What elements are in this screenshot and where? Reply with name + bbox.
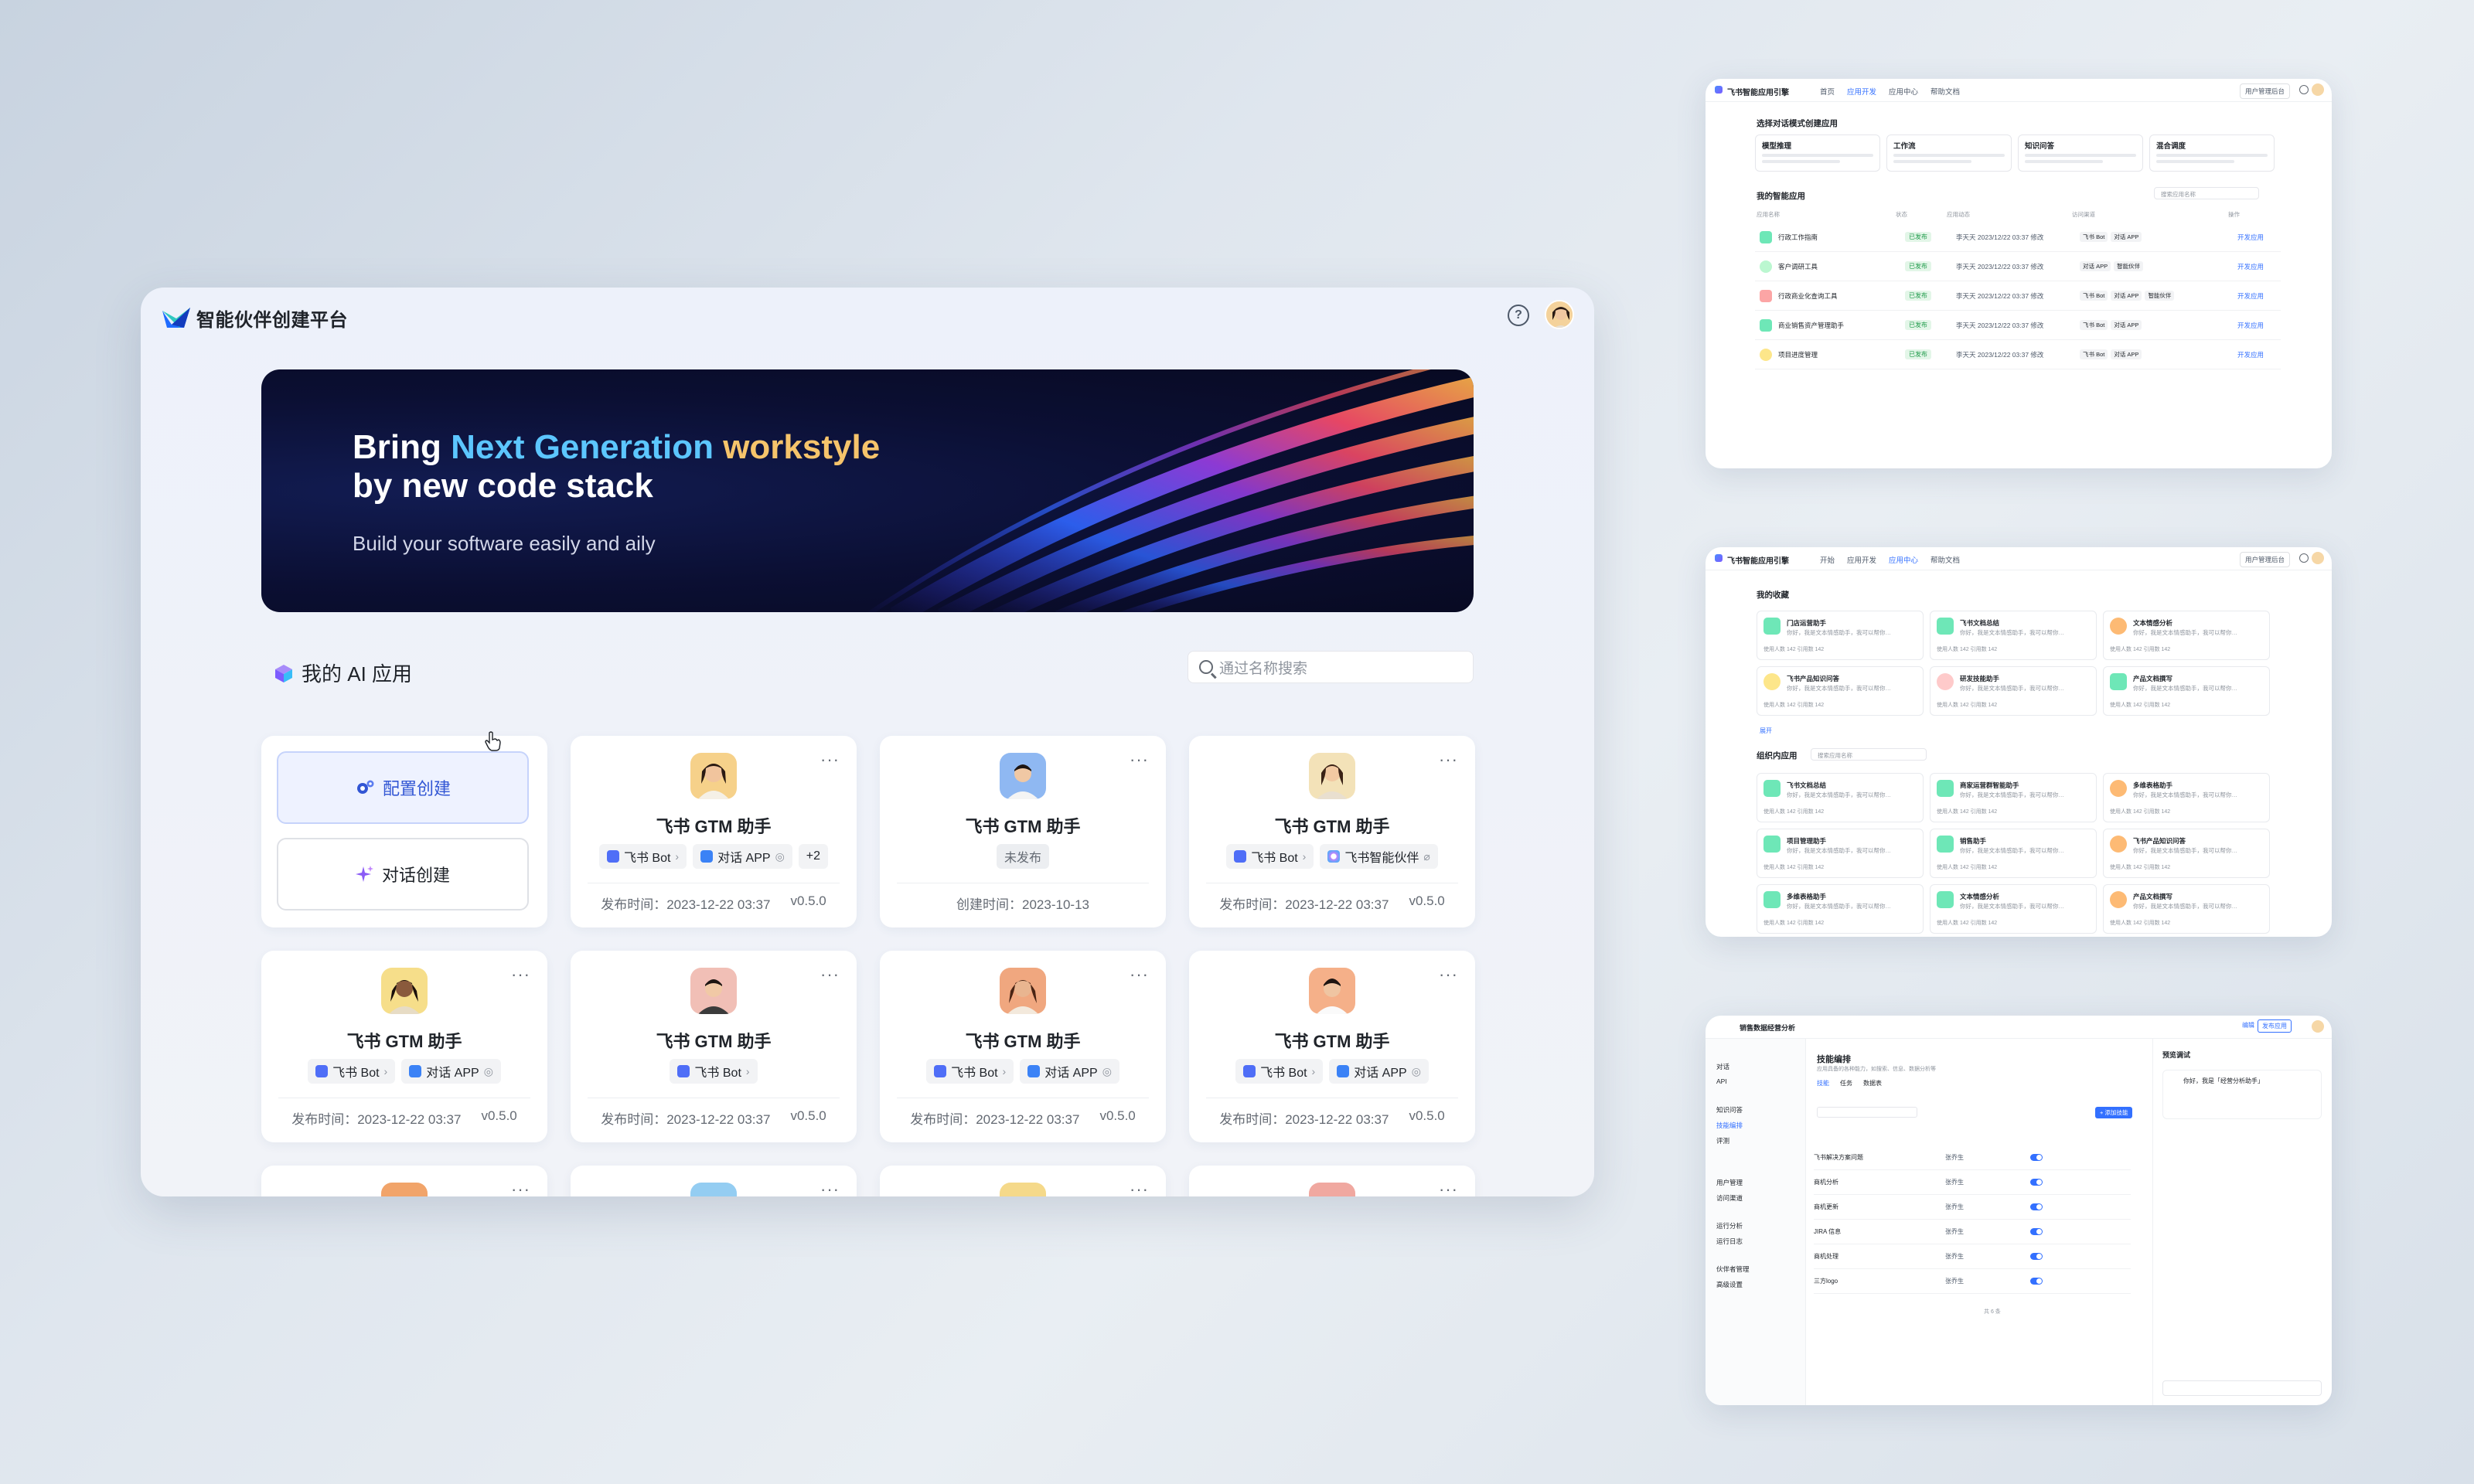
app-name: 飞书 GTM 助手 [656,1032,772,1051]
bot-icon [606,850,619,863]
main-window: 智能伙伴创建平台 ? Bring Next Generation worksty… [141,288,1594,1196]
channel-tag[interactable]: 飞书 Bot › [308,1059,396,1084]
channel-tag[interactable]: 飞书 Bot › [1235,1059,1324,1084]
section-title: 我的 AI 应用 [274,659,412,687]
app-card[interactable]: ··· [571,1166,857,1196]
app-card[interactable]: ··· 飞书 GTM 助手 飞书 Bot › 对话 APP ◎ 发布时间：2023-… [261,951,547,1142]
app-card[interactable]: ··· 飞书 GTM 助手 飞书 Bot › 发布时间：2023-12-22 03… [571,951,857,1142]
app-brand: 智能伙伴创建平台 [196,310,348,331]
app-name: 飞书 GTM 助手 [965,1032,1081,1051]
user-avatar[interactable] [1545,300,1574,329]
more-icon[interactable]: ··· [820,750,840,770]
more-icon[interactable]: ··· [820,965,840,985]
version: v0.5.0 [790,893,826,908]
app-name: 飞书 GTM 助手 [346,1032,462,1051]
app-card[interactable]: ··· 飞书 GTM 助手 飞书 Bot › 飞书智能伙伴 ⌀ 发布时间：2023-… [1189,736,1475,928]
version: v0.5.0 [1409,893,1445,908]
app-card[interactable]: ··· 飞书 GTM 助手 飞书 Bot › 对话 APP ◎ 发布时间：2023-… [880,951,1166,1142]
thumbnail-skill-editor: 销售数据经营分析 编辑 发布应用 对话 API 知识问答 技能编排 评测 用户管… [1706,1016,2332,1405]
banner-subtitle: Build your software easily and aily [353,532,656,555]
app-name: 飞书 GTM 助手 [965,817,1081,836]
search-icon [1199,660,1213,674]
bot-icon [1234,850,1247,863]
search-input[interactable]: 通过名称搜索 [1188,651,1474,683]
banner-headline-1: Bring Next Generation workstyle [353,428,881,466]
hand-cursor-icon [485,731,501,751]
app-card[interactable]: ··· [1189,1166,1475,1196]
top-bar: 智能伙伴创建平台 ? [141,288,1594,346]
hero-banner: Bring Next Generation workstyle by new c… [261,369,1474,612]
channel-tag[interactable]: 对话 APP ◎ [693,844,792,869]
app-name: 飞书 GTM 助手 [1274,817,1390,836]
app-card[interactable]: ··· [880,1166,1166,1196]
cube-icon [275,664,292,682]
more-icon[interactable]: ··· [511,965,530,985]
channel-tag[interactable]: 对话 APP ◎ [1020,1059,1119,1084]
app-card[interactable]: ··· [261,1166,547,1196]
channel-tag[interactable]: 对话 APP ◎ [401,1059,501,1084]
channel-tag[interactable]: 飞书 Bot › [926,1059,1014,1084]
app-avatar [1000,753,1046,799]
app-avatar [381,968,428,1014]
app-card[interactable]: ··· 飞书 GTM 助手 飞书 Bot › 对话 APP ◎ +2 发布时间：20… [571,736,857,928]
channel-tag[interactable]: 飞书 Bot › [598,844,687,869]
gear-icon [356,780,374,794]
app-avatar [1309,753,1355,799]
app-card[interactable]: ··· 飞书 GTM 助手 飞书 Bot › 对话 APP ◎ 发布时间：2023-… [1189,951,1475,1142]
thumbnail-app-dev: 飞书智能应用引擎 首页 应用开发 应用中心 帮助文档 用户管理后台 选择对话模式创建应… [1706,79,2332,468]
help-icon[interactable]: ? [1508,305,1529,326]
app-card[interactable]: ··· 飞书 GTM 助手 未发布 创建时间：2023-10-13 [880,736,1166,928]
chat-create-button[interactable]: 对话创建 [277,838,529,910]
more-icon[interactable]: ··· [1439,750,1458,770]
partner-icon [1327,850,1341,863]
channel-tag[interactable]: 对话 APP ◎ [1329,1059,1429,1084]
channel-tag[interactable]: 飞书 Bot › [670,1059,758,1084]
chat-app-icon [700,850,714,863]
brand-logo-icon [162,308,190,328]
sparkle-icon [355,866,373,882]
channel-tag[interactable]: 飞书智能伙伴 ⌀ [1320,844,1438,869]
app-avatar [1000,968,1046,1014]
app-name: 飞书 GTM 助手 [1274,1032,1390,1051]
more-tags-badge[interactable]: +2 [798,844,829,869]
config-create-button[interactable]: 配置创建 [277,751,529,824]
more-icon[interactable]: ··· [1130,965,1149,985]
more-icon[interactable]: ··· [1439,965,1458,985]
thumbnail-app-center: 飞书智能应用引擎 开始 应用开发 应用中心 帮助文档 用户管理后台 我的收藏 门店运营… [1706,547,2332,937]
create-card: 配置创建 对话创建 [261,736,547,928]
status-badge: 未发布 [996,844,1049,869]
publish-date: 发布时间：2023-12-22 03:37 [601,897,771,912]
app-avatar [1309,968,1355,1014]
banner-headline-2: by new code stack [353,467,653,505]
more-icon[interactable]: ··· [1130,750,1149,770]
create-date: 创建时间：2023-10-13 [956,897,1089,912]
publish-date: 发布时间：2023-12-22 03:37 [1219,897,1389,912]
channel-tag[interactable]: 飞书 Bot › [1226,844,1314,869]
app-avatar [690,753,737,799]
app-name: 飞书 GTM 助手 [656,817,772,836]
app-avatar [690,968,737,1014]
